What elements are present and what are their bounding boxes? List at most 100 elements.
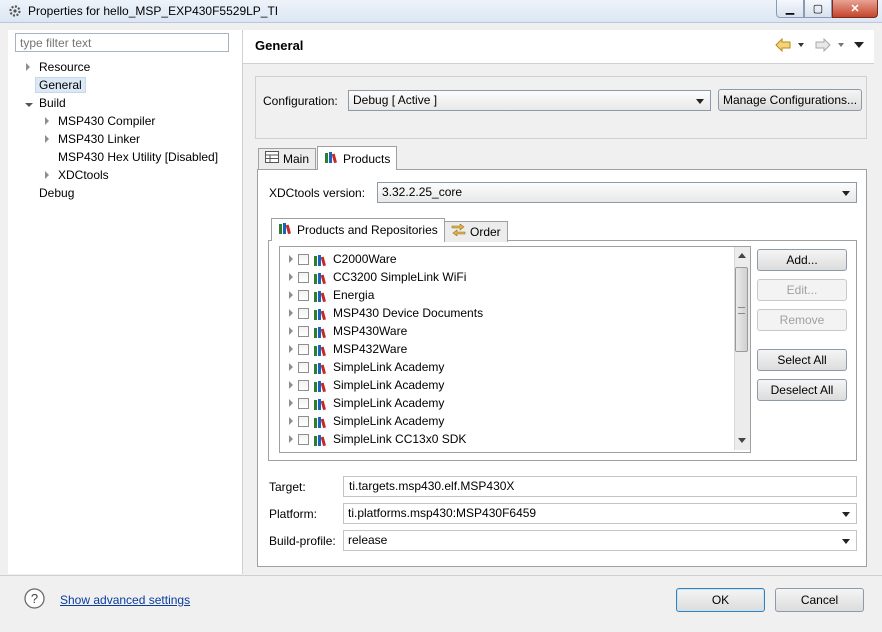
select-all-button[interactable]: Select All [757, 349, 847, 371]
tab-main[interactable]: Main [258, 148, 317, 169]
books-icon [313, 379, 327, 393]
show-advanced-settings-link[interactable]: Show advanced settings [60, 593, 190, 607]
product-checkbox[interactable] [298, 433, 309, 445]
expand-arrow-icon[interactable] [289, 327, 293, 335]
tree-item-general[interactable]: General [35, 76, 86, 94]
expand-arrow-icon[interactable] [289, 309, 293, 317]
remove-button[interactable]: Remove [757, 309, 847, 331]
manage-configurations-button[interactable]: Manage Configurations... [718, 89, 862, 111]
expand-arrow-icon[interactable] [289, 435, 293, 443]
product-checkbox[interactable] [298, 253, 309, 265]
collapse-arrow-icon[interactable] [25, 103, 33, 107]
list-item[interactable]: Energia [289, 286, 374, 304]
tree-label: MSP430 Linker [58, 132, 141, 146]
books-icon [313, 433, 327, 447]
books-icon [313, 397, 327, 411]
expand-arrow-icon[interactable] [289, 345, 293, 353]
ok-button[interactable]: OK [676, 588, 765, 612]
build-profile-value: release [348, 533, 388, 547]
tree-item-xdctools[interactable]: XDCtools [45, 166, 109, 184]
list-item[interactable]: C2000Ware [289, 250, 397, 268]
product-label: CC3200 SimpleLink WiFi [333, 270, 467, 284]
tab-label: Products [343, 151, 391, 166]
expand-arrow-icon[interactable] [289, 399, 293, 407]
list-item[interactable]: MSP430Ware [289, 322, 407, 340]
tree-item-build[interactable]: Build [25, 94, 66, 112]
back-dropdown-icon[interactable] [798, 43, 804, 47]
view-menu-icon[interactable] [854, 42, 864, 48]
target-field[interactable]: ti.targets.msp430.elf.MSP430X [343, 476, 857, 497]
list-item[interactable]: SimpleLink Academy [289, 376, 444, 394]
forward-dropdown-icon[interactable] [838, 43, 844, 47]
edit-button[interactable]: Edit... [757, 279, 847, 301]
product-checkbox[interactable] [298, 343, 309, 355]
xdctools-version-label: XDCtools version: [269, 186, 366, 200]
tree-item-resource[interactable]: Resource [26, 58, 90, 76]
tree-label: MSP430 Hex Utility [Disabled] [58, 150, 219, 164]
tree-label: XDCtools [58, 168, 109, 182]
books-icon [313, 253, 327, 267]
expand-arrow-icon[interactable] [289, 381, 293, 389]
product-checkbox[interactable] [298, 325, 309, 337]
product-label: MSP430 Device Documents [333, 306, 484, 320]
help-icon[interactable]: ? [24, 588, 45, 612]
product-checkbox[interactable] [298, 361, 309, 373]
list-item[interactable]: SimpleLink Academy [289, 358, 444, 376]
tab-order[interactable]: Order [444, 221, 508, 242]
deselect-all-button[interactable]: Deselect All [757, 379, 847, 401]
scrollbar-thumb[interactable] [735, 267, 748, 352]
product-checkbox[interactable] [298, 271, 309, 283]
books-icon [313, 361, 327, 375]
expand-arrow-icon[interactable] [289, 273, 293, 281]
list-item[interactable]: MSP432Ware [289, 340, 407, 358]
tree-item-hex-utility[interactable]: MSP430 Hex Utility [Disabled] [58, 148, 218, 166]
product-label: SimpleLink Academy [333, 414, 445, 428]
cancel-button[interactable]: Cancel [775, 588, 864, 612]
app-gear-icon [8, 4, 22, 18]
product-checkbox[interactable] [298, 307, 309, 319]
expand-arrow-icon[interactable] [45, 171, 49, 179]
list-item[interactable]: MSP430 Device Documents [289, 304, 483, 322]
close-button[interactable]: ✕ [832, 0, 878, 18]
close-icon: ✕ [850, 3, 860, 15]
expand-arrow-icon[interactable] [289, 255, 293, 263]
product-checkbox[interactable] [298, 379, 309, 391]
expand-arrow-icon[interactable] [289, 417, 293, 425]
tab-label: Order [470, 225, 501, 239]
list-item[interactable]: CC3200 SimpleLink WiFi [289, 268, 466, 286]
maximize-button[interactable]: ▢ [804, 0, 832, 18]
products-list: C2000Ware CC3200 SimpleLink WiFi Energia MS… [279, 246, 751, 453]
books-icon [278, 220, 293, 240]
expand-arrow-icon[interactable] [45, 135, 49, 143]
minimize-button[interactable]: ▁ [776, 0, 804, 18]
configuration-select[interactable]: Debug [ Active ] [348, 90, 711, 111]
product-checkbox[interactable] [298, 397, 309, 409]
product-checkbox[interactable] [298, 289, 309, 301]
expand-arrow-icon[interactable] [289, 291, 293, 299]
order-icon [451, 222, 466, 242]
tab-products[interactable]: Products [317, 146, 398, 170]
back-arrow-icon[interactable] [775, 37, 791, 55]
xdctools-version-select[interactable]: 3.32.2.25_core [377, 182, 857, 203]
filter-input[interactable] [15, 33, 229, 52]
platform-select[interactable]: ti.platforms.msp430:MSP430F6459 [343, 503, 857, 524]
forward-arrow-icon[interactable] [815, 37, 831, 55]
tab-products-and-repositories[interactable]: Products and Repositories [271, 218, 445, 241]
list-item[interactable]: SimpleLink Academy [289, 412, 444, 430]
add-button[interactable]: Add... [757, 249, 847, 271]
expand-arrow-icon[interactable] [289, 363, 293, 371]
product-checkbox[interactable] [298, 415, 309, 427]
page-header: General [243, 30, 874, 64]
tree-item-linker[interactable]: MSP430 Linker [45, 130, 140, 148]
list-item[interactable]: SimpleLink CC13x0 SDK [289, 430, 466, 448]
scroll-up-icon[interactable] [738, 253, 746, 258]
expand-arrow-icon[interactable] [26, 63, 30, 71]
tree-item-compiler[interactable]: MSP430 Compiler [45, 112, 155, 130]
expand-arrow-icon[interactable] [45, 117, 49, 125]
tree-item-debug[interactable]: Debug [39, 184, 74, 202]
build-profile-select[interactable]: release [343, 530, 857, 551]
scroll-down-icon[interactable] [738, 438, 746, 443]
books-icon [313, 307, 327, 321]
product-label: SimpleLink Academy [333, 396, 445, 410]
list-item[interactable]: SimpleLink Academy [289, 394, 444, 412]
